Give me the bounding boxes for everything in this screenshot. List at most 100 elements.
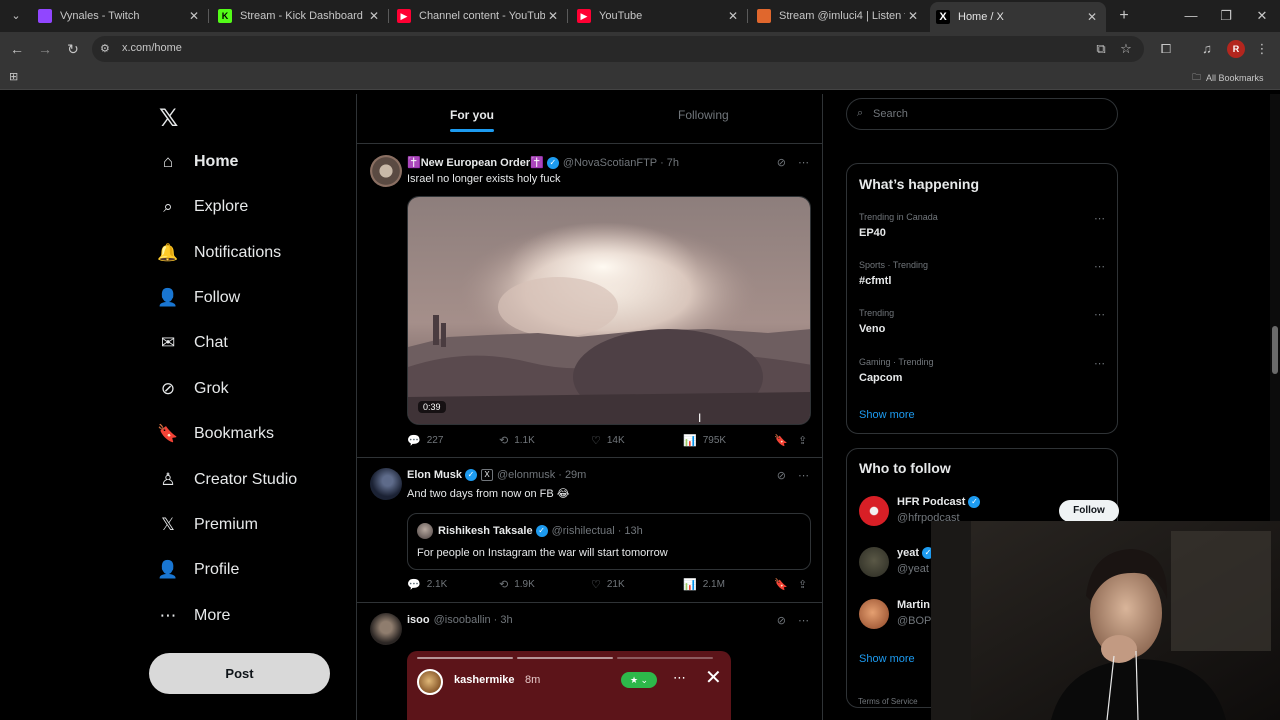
close-icon[interactable]: ✕	[725, 9, 741, 23]
tweet-time[interactable]: 29m	[565, 469, 586, 481]
close-icon[interactable]: ✕	[186, 9, 202, 23]
more-icon[interactable]: ⋯	[1094, 260, 1105, 273]
avatar[interactable]	[417, 523, 433, 539]
tweet[interactable]: ✝️New European Order✝️ ✓ @NovaScotianFTP…	[357, 145, 823, 458]
tweet-time[interactable]: 3h	[500, 614, 512, 626]
tab-home-x[interactable]: X Home / X ✕	[930, 2, 1106, 32]
new-tab-icon[interactable]: +	[1114, 6, 1134, 26]
close-icon[interactable]: ✕	[905, 9, 921, 23]
tab-youtube-studio[interactable]: ▶ Channel content - YouTube Stu ✕	[397, 4, 561, 28]
minimize-icon[interactable]: —	[1181, 6, 1201, 26]
install-app-icon[interactable]: ⧉	[1092, 40, 1110, 58]
tab-stream[interactable]: Stream @imluci4 | Listen to m ✕	[757, 4, 921, 28]
trend-item[interactable]: Trending Veno ⋯	[859, 308, 1107, 348]
quote-time[interactable]: 13h	[624, 525, 642, 537]
extensions-icon[interactable]: ⧠	[1157, 40, 1175, 58]
site-info-icon[interactable]: ⚙	[100, 42, 114, 56]
trend-name: EP40	[859, 227, 886, 239]
close-icon[interactable]: ✕	[366, 9, 382, 23]
share-button[interactable]: ⇪	[798, 434, 807, 447]
nav-follow[interactable]: 👤 Follow	[157, 283, 240, 313]
tweet-handle[interactable]: @NovaScotianFTP	[563, 157, 657, 169]
tweet-author-name[interactable]: ✝️New European Order✝️	[407, 156, 544, 169]
more-icon[interactable]: ⋯	[1094, 308, 1105, 321]
more-icon[interactable]: ⋯	[798, 156, 809, 169]
quoted-tweet[interactable]: Rishikesh Taksale ✓ @rishilectual · 13h …	[407, 513, 811, 570]
views-button[interactable]: 📊 2.1M	[683, 578, 725, 591]
browser-menu-icon[interactable]: ⋮	[1253, 40, 1271, 58]
terms-of-service-link[interactable]: Terms of Service	[858, 697, 918, 706]
tweet-handle[interactable]: @elonmusk	[497, 469, 555, 481]
nav-home[interactable]: ⌂ Home	[158, 147, 239, 177]
search-input[interactable]: ⌕ Search	[846, 98, 1118, 130]
all-bookmarks-button[interactable]: 🗀 All Bookmarks	[1192, 70, 1264, 86]
tweet[interactable]: Elon Musk ✓ X @elonmusk · 29m ⊘ ⋯ And tw…	[357, 459, 823, 603]
nav-more[interactable]: ⋯ More	[158, 601, 231, 631]
trend-item[interactable]: Gaming · Trending Capcom ⋯	[859, 357, 1107, 397]
nav-notifications[interactable]: 🔔 Notifications	[157, 238, 281, 268]
nav-chat[interactable]: ✉ Chat	[158, 328, 228, 358]
tweet-handle[interactable]: @isooballin	[434, 614, 491, 626]
bookmark-button[interactable]: 🔖	[774, 578, 788, 591]
close-icon[interactable]: ✕	[545, 9, 561, 23]
nav-grok[interactable]: ⊘ Grok	[158, 374, 229, 404]
nav-premium[interactable]: 𝕏 Premium	[158, 510, 258, 540]
reload-icon[interactable]: ↻	[63, 39, 83, 59]
more-icon[interactable]: ⋯	[1094, 357, 1105, 370]
repost-button[interactable]: ⟲ 1.1K	[499, 434, 535, 447]
profile-avatar[interactable]: R	[1227, 40, 1245, 58]
like-button[interactable]: ♡ 14K	[591, 434, 625, 447]
restore-icon[interactable]: ❐	[1216, 6, 1236, 26]
more-icon[interactable]: ⋯	[798, 614, 809, 627]
share-button[interactable]: ⇪	[798, 578, 807, 591]
apps-grid-icon[interactable]: ⊞	[9, 71, 21, 83]
tweet[interactable]: isoo @isooballin · 3h ⊘ ⋯ kashermike 8m …	[357, 604, 823, 720]
avatar[interactable]	[370, 468, 402, 500]
avatar[interactable]	[370, 155, 402, 187]
nav-bookmarks[interactable]: 🔖 Bookmarks	[157, 419, 274, 449]
trend-item[interactable]: Trending in Canada EP40 ⋯	[859, 212, 1107, 252]
address-bar[interactable]: ⚙ x.com/home	[92, 36, 1144, 62]
grok-icon[interactable]: ⊘	[777, 614, 786, 627]
tweet-author-name[interactable]: isoo	[407, 614, 430, 626]
repost-button[interactable]: ⟲ 1.9K	[499, 578, 535, 591]
grok-icon[interactable]: ⊘	[777, 156, 786, 169]
like-button[interactable]: ♡ 21K	[591, 578, 625, 591]
bookmark-star-icon[interactable]: ☆	[1117, 40, 1135, 58]
nav-explore[interactable]: ⌕ Explore	[158, 192, 248, 222]
tab-for-you[interactable]: For you	[450, 108, 494, 122]
tweet-time[interactable]: 7h	[667, 157, 679, 169]
bookmark-button[interactable]: 🔖	[774, 434, 788, 447]
quote-author-name[interactable]: Rishikesh Taksale	[438, 525, 533, 537]
views-button[interactable]: 📊 795K	[683, 434, 726, 447]
story-screenshot[interactable]: kashermike 8m ★ ⌄ ⋯ ✕	[407, 651, 731, 720]
reply-button[interactable]: 💬 227	[407, 434, 443, 447]
more-icon[interactable]: ⋯	[1094, 212, 1105, 225]
tab-search-icon[interactable]: ⌄	[6, 6, 26, 26]
follow-button[interactable]: Follow	[1059, 500, 1119, 522]
forward-icon[interactable]: →	[35, 39, 55, 59]
tab-following[interactable]: Following	[678, 108, 729, 122]
trend-item[interactable]: Sports · Trending #cfmtl ⋯	[859, 260, 1107, 300]
media-control-icon[interactable]: ♫	[1198, 40, 1216, 58]
nav-creator-studio[interactable]: ♙ Creator Studio	[158, 465, 297, 495]
nav-profile[interactable]: 👤 Profile	[157, 555, 239, 585]
more-icon[interactable]: ⋯	[798, 469, 809, 482]
tab-youtube[interactable]: ▶ YouTube ✕	[577, 4, 741, 28]
post-button[interactable]: Post	[149, 653, 330, 694]
grok-icon[interactable]: ⊘	[777, 469, 786, 482]
quote-handle[interactable]: @rishilectual	[552, 525, 615, 537]
tab-kick[interactable]: K Stream - Kick Dashboard ✕	[218, 4, 382, 28]
window-close-icon[interactable]: ✕	[1252, 6, 1272, 26]
back-icon[interactable]: ←	[7, 39, 27, 59]
x-logo-icon[interactable]: 𝕏	[159, 104, 178, 133]
tweet-video[interactable]: 0:39 I	[407, 196, 811, 425]
scrollbar-thumb[interactable]	[1272, 326, 1278, 374]
avatar[interactable]	[370, 613, 402, 645]
tweet-author-name[interactable]: Elon Musk	[407, 469, 462, 481]
show-more-link[interactable]: Show more	[859, 653, 915, 665]
tab-twitch[interactable]: Vynales - Twitch ✕	[38, 4, 202, 28]
close-icon[interactable]: ✕	[1084, 10, 1100, 24]
show-more-link[interactable]: Show more	[859, 409, 915, 421]
reply-button[interactable]: 💬 2.1K	[407, 578, 447, 591]
